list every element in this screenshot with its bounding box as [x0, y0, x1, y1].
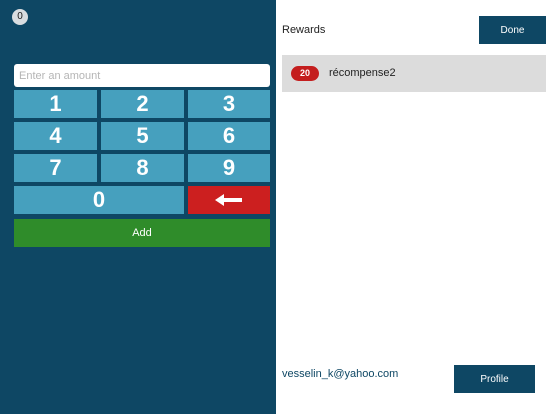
left-arrow-icon	[215, 194, 242, 206]
keypad-key-0[interactable]: 0	[14, 186, 184, 214]
reward-list-item[interactable]: 20 récompense2	[282, 55, 546, 92]
keypad-key-7[interactable]: 7	[14, 154, 97, 182]
keypad-key-9[interactable]: 9	[188, 154, 270, 182]
profile-button[interactable]: Profile	[454, 365, 535, 393]
account-email: vesselin_k@yahoo.com	[282, 368, 399, 380]
add-button[interactable]: Add	[14, 219, 270, 247]
backspace-button[interactable]	[188, 186, 270, 214]
keypad-key-6[interactable]: 6	[188, 122, 270, 150]
reward-name: récompense2	[329, 67, 396, 79]
amount-input[interactable]	[14, 64, 270, 87]
keypad-key-1[interactable]: 1	[14, 90, 97, 118]
keypad-key-2[interactable]: 2	[101, 90, 184, 118]
done-button[interactable]: Done	[479, 16, 546, 44]
keypad-key-4[interactable]: 4	[14, 122, 97, 150]
counter-badge: 0	[12, 9, 28, 25]
amount-entry-panel: 0 1 2 3 4 5 6 7 8 9 0 Add	[0, 0, 276, 414]
rewards-title: Rewards	[282, 24, 326, 36]
reward-points-badge: 20	[291, 66, 319, 81]
keypad-key-5[interactable]: 5	[101, 122, 184, 150]
rewards-panel: Rewards Done 20 récompense2 vesselin_k@y…	[276, 0, 552, 414]
keypad-key-3[interactable]: 3	[188, 90, 270, 118]
keypad-key-8[interactable]: 8	[101, 154, 184, 182]
